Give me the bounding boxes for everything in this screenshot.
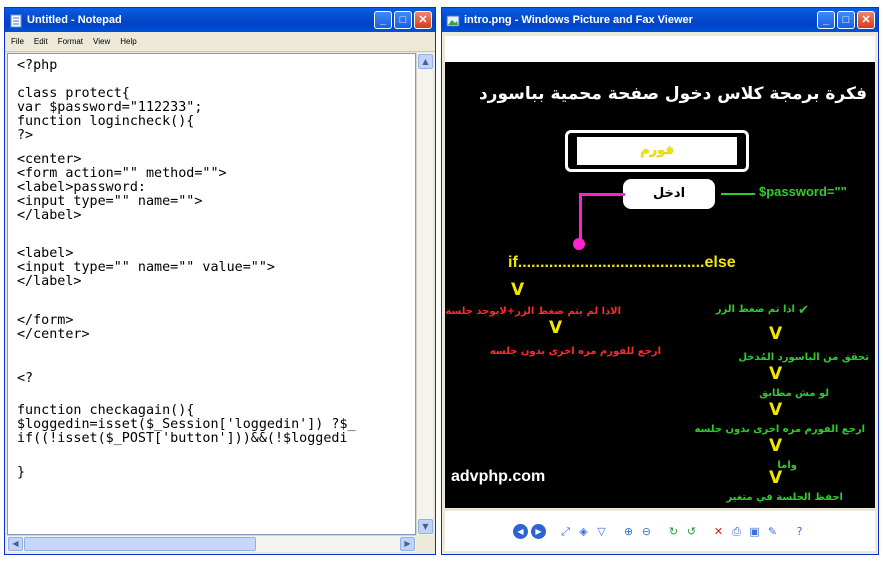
notepad-window: Untitled - Notepad _ □ ✕ File Edit Forma… (4, 7, 436, 555)
slide-image: فكرة برمجة كلاس دخول صفحة محمية بباسورد … (445, 62, 875, 508)
green-step-1: اذا تم ضغط الزر (715, 304, 795, 315)
slideshow-icon[interactable]: ▽ (594, 524, 609, 539)
green-step-4: ارجع الفورم مره اخرى بدون جلسه (694, 424, 865, 435)
down-arrow-icon: V (769, 436, 783, 456)
code-line: <label>password: (17, 180, 146, 195)
scroll-right-icon[interactable]: ▶ (400, 537, 415, 551)
code-line: } (17, 465, 26, 480)
notepad-titlebar[interactable]: Untitled - Notepad _ □ ✕ (5, 8, 435, 32)
edit-icon[interactable]: ✎ (765, 524, 780, 539)
connector-dot (573, 238, 585, 250)
save-icon[interactable]: ▣ (747, 524, 762, 539)
red-step-2: ارجع للفورم مره اخرى بدون جلسه (489, 346, 661, 357)
code-line: class protect{ (17, 86, 130, 101)
check-icon: ✔ (798, 303, 809, 318)
help-icon[interactable]: ? (792, 524, 807, 539)
maximize-button[interactable]: □ (394, 11, 412, 29)
rotate-counterclockwise-icon[interactable]: ↺ (684, 524, 699, 539)
form-diagram-box: فورم (565, 130, 749, 172)
notepad-title: Untitled - Notepad (27, 14, 122, 26)
menu-format[interactable]: Format (58, 37, 83, 46)
notepad-icon (9, 13, 23, 28)
picture-icon (446, 13, 460, 27)
code-line: ?> (17, 128, 34, 143)
if-else-label: if......................................… (508, 254, 736, 271)
horizontal-scrollbar[interactable]: ◀ ▶ (7, 535, 416, 552)
viewer-titlebar[interactable]: intro.png - Windows Picture and Fax View… (442, 8, 878, 32)
close-button[interactable]: ✕ (414, 11, 432, 29)
code-line: <form action="" method=""> (17, 166, 227, 181)
vertical-scrollbar[interactable]: ▲ ▼ (416, 53, 433, 535)
rotate-clockwise-icon[interactable]: ↻ (666, 524, 681, 539)
scroll-down-icon[interactable]: ▼ (418, 519, 433, 534)
code-line: </center> (17, 327, 90, 342)
slide-title: فكرة برمجة كلاس دخول صفحة محمية بباسورد (478, 84, 867, 104)
down-arrow-icon: V (769, 468, 783, 488)
resize-grip[interactable] (416, 535, 433, 552)
image-display-area[interactable]: فكرة برمجة كلاس دخول صفحة محمية بباسورد … (445, 36, 875, 508)
green-step-3: لو مش مطابق (759, 388, 829, 399)
best-fit-icon[interactable]: ⤢ (558, 524, 573, 539)
green-step-6: احفظ الجلسة في متغير (726, 492, 843, 503)
viewer-toolbar: ◀ ▶ ⤢ ◈ ▽ ⊕ ⊖ ↻ ↺ ✕ ⎙ ▣ ✎ ? (445, 511, 875, 551)
horizontal-scroll-thumb[interactable] (24, 537, 256, 551)
down-arrow-icon: V (769, 364, 783, 384)
down-arrow-icon: V (549, 318, 563, 338)
previous-image-icon[interactable]: ◀ (513, 523, 528, 539)
close-button[interactable]: ✕ (857, 11, 875, 29)
notepad-text-area[interactable]: <?php class protect{ var $password="1122… (7, 53, 416, 535)
code-line: <label> (17, 246, 74, 261)
menu-help[interactable]: Help (120, 37, 136, 46)
submit-diagram-button: ادخل (623, 179, 715, 209)
password-variable-label: $password="" (759, 184, 847, 199)
green-step-2: تحقق من الباسورد المُدخل (738, 352, 869, 363)
zoom-out-icon[interactable]: ⊖ (639, 524, 654, 539)
site-watermark: advphp.com (451, 468, 546, 485)
code-line: var $password="112233"; (17, 100, 203, 115)
code-line: </form> (17, 313, 74, 328)
code-line: </label> (17, 208, 82, 223)
submit-connector-h (579, 193, 625, 196)
code-line: <? (17, 371, 34, 386)
menu-view[interactable]: View (93, 37, 110, 46)
maximize-button[interactable]: □ (837, 11, 855, 29)
code-line: $loggedin=isset($_Session['loggedin']) ?… (17, 417, 356, 432)
code-line: <?php (17, 58, 58, 73)
down-arrow-icon: V (769, 324, 783, 344)
submit-connector-v (579, 194, 582, 242)
code-line: function logincheck(){ (17, 114, 195, 129)
picture-viewer-window: intro.png - Windows Picture and Fax View… (441, 7, 879, 555)
down-arrow-icon: V (769, 400, 783, 420)
code-line: </label> (17, 274, 82, 289)
code-line: <input type="" name=""> (17, 194, 203, 209)
minimize-button[interactable]: _ (817, 11, 835, 29)
password-connector (721, 193, 755, 195)
viewer-title: intro.png - Windows Picture and Fax View… (464, 14, 693, 26)
print-icon[interactable]: ⎙ (729, 524, 744, 539)
red-step-1: الاذا لم يتم ضغط الزر+لايوجد جلسة مخزنه (445, 306, 621, 317)
down-arrow-icon: V (511, 280, 525, 300)
form-label: فورم (577, 137, 737, 165)
code-line: function checkagain(){ (17, 403, 195, 418)
notepad-menubar: File Edit Format View Help (5, 32, 435, 52)
menu-edit[interactable]: Edit (34, 37, 48, 46)
scroll-up-icon[interactable]: ▲ (418, 54, 433, 69)
code-line: if((!isset($_POST['button']))&&(!$logged… (17, 431, 348, 446)
next-image-icon[interactable]: ▶ (531, 523, 546, 539)
code-line: <center> (17, 152, 82, 167)
delete-icon[interactable]: ✕ (711, 524, 726, 539)
code-line: <input type="" name="" value=""> (17, 260, 275, 275)
menu-file[interactable]: File (11, 37, 24, 46)
actual-size-icon[interactable]: ◈ (576, 524, 591, 539)
zoom-in-icon[interactable]: ⊕ (621, 524, 636, 539)
scroll-left-icon[interactable]: ◀ (8, 537, 23, 551)
minimize-button[interactable]: _ (374, 11, 392, 29)
